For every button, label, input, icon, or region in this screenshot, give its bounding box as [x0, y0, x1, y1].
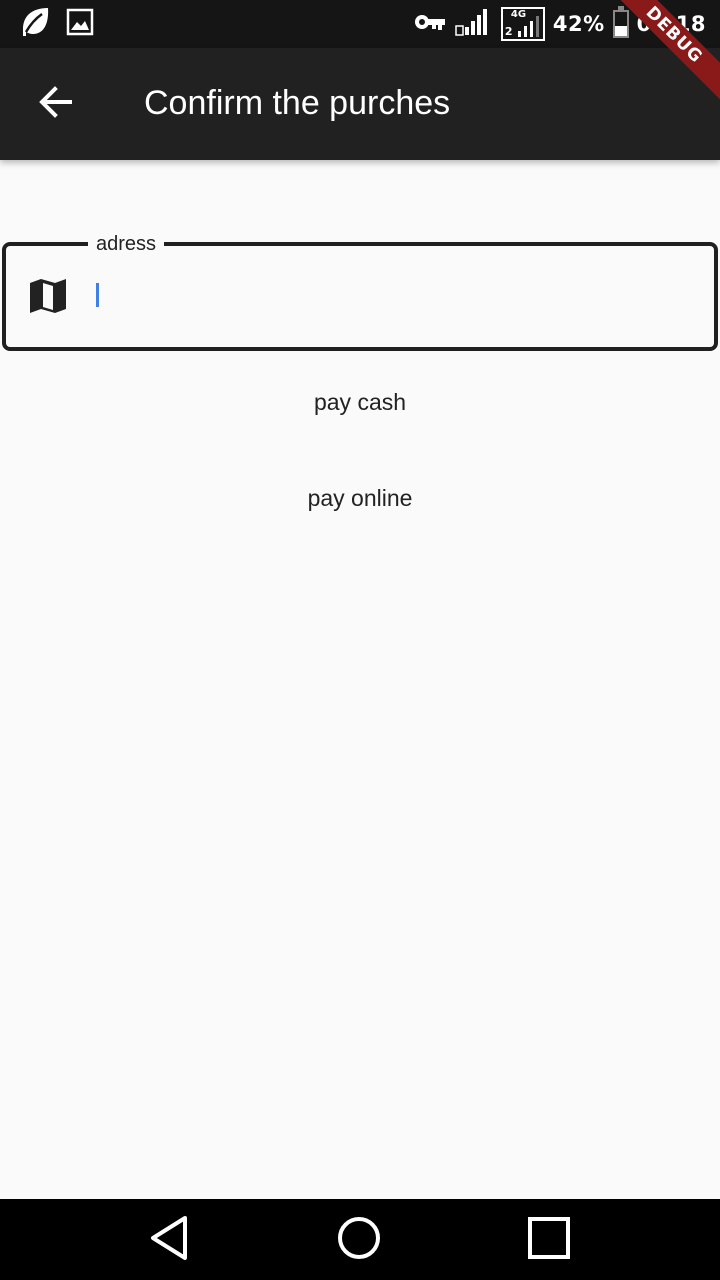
- arrow-back-icon: [38, 84, 74, 124]
- battery-percent: 42%: [552, 12, 605, 36]
- text-cursor: [96, 283, 99, 307]
- page-title: Confirm the purches: [144, 84, 451, 122]
- navigation-bar: [0, 1199, 720, 1280]
- pay-online-button[interactable]: pay online: [240, 468, 480, 528]
- vpn-key-icon: [413, 10, 447, 38]
- signal-sim2-4g-icon: 4G 2: [500, 7, 545, 41]
- map-icon: [28, 276, 68, 316]
- pay-cash-button[interactable]: pay cash: [240, 372, 480, 432]
- status-bar: 4G 2 42% 09:18: [0, 0, 720, 48]
- circle-home-icon: [335, 1214, 383, 1266]
- battery-icon: [612, 6, 629, 38]
- status-bar-left: [18, 6, 94, 42]
- app-bar: Confirm the purches: [0, 48, 720, 160]
- screen: 4G 2 42% 09:18 DEBUG Confirm: [0, 0, 720, 1280]
- back-button[interactable]: [26, 74, 86, 134]
- nav-home-button[interactable]: [334, 1215, 384, 1265]
- leaf-icon: [18, 5, 52, 43]
- signal-sim1-icon: [455, 7, 493, 41]
- square-recents-icon: [526, 1215, 572, 1265]
- nav-back-button[interactable]: [144, 1215, 194, 1265]
- image-icon: [66, 8, 94, 40]
- battery-level: [614, 25, 627, 36]
- sim-number-label: 2: [504, 25, 513, 38]
- nav-recents-button[interactable]: [524, 1215, 574, 1265]
- address-field-label: adress: [88, 232, 165, 256]
- triangle-back-icon: [147, 1214, 191, 1266]
- address-input[interactable]: [94, 276, 694, 316]
